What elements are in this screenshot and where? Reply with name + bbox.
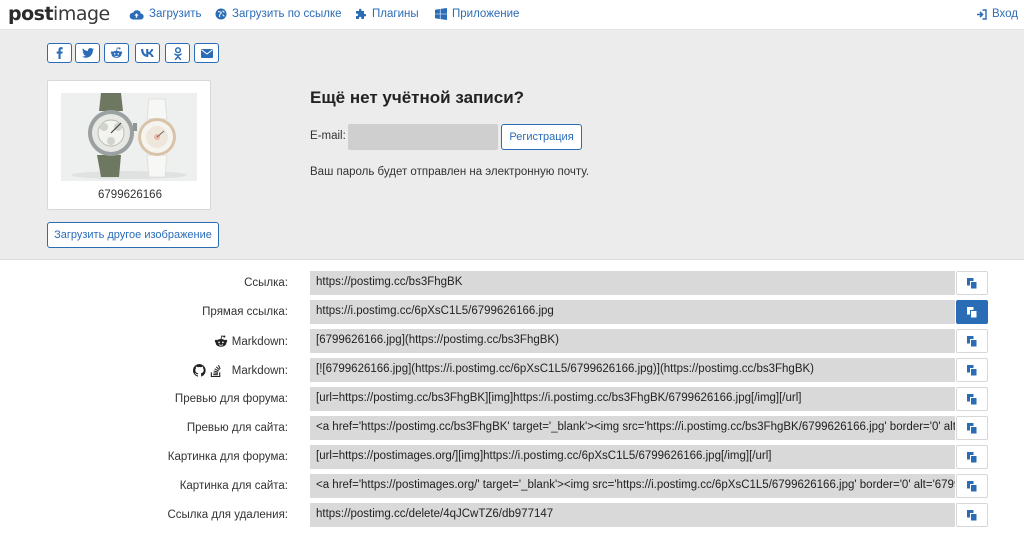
- copy-button[interactable]: [956, 416, 988, 440]
- github-icon: [192, 364, 206, 377]
- link-row-direct: Прямая ссылка: https://i.postimg.cc/6pXs…: [0, 300, 1024, 326]
- link-label: Markdown:: [192, 364, 288, 377]
- nav-app[interactable]: Приложение: [435, 8, 519, 20]
- nav-upload-by-link[interactable]: Загрузить по ссылке: [215, 8, 342, 20]
- link-row-share: Ссылка: https://postimg.cc/bs3FhgBK: [0, 271, 1024, 297]
- link-label: Картинка для форума:: [168, 451, 288, 463]
- register-button[interactable]: Регистрация: [501, 124, 582, 150]
- image-caption: 6799626166: [98, 189, 162, 201]
- link-label-text: Картинка для сайта:: [179, 480, 288, 492]
- puzzle-icon: [356, 8, 367, 19]
- copy-button[interactable]: [956, 329, 988, 353]
- sign-in-icon: [977, 8, 987, 20]
- reddit-icon: [110, 47, 123, 58]
- link-label-text: Ссылка для удаления:: [167, 509, 288, 521]
- nav-plugins-label: Плагины: [372, 8, 419, 20]
- link-row-site-image: Картинка для сайта: <a href='https://pos…: [0, 474, 1024, 500]
- copy-button[interactable]: [956, 271, 988, 295]
- share-email-button[interactable]: [194, 43, 219, 63]
- link-row-site-preview: Превью для сайта: <a href='https://posti…: [0, 416, 1024, 442]
- link-label-text: Ссылка:: [244, 277, 288, 289]
- link-row-delete: Ссылка для удаления: https://postimg.cc/…: [0, 503, 1024, 529]
- nav-login[interactable]: Вход: [976, 8, 1018, 20]
- copy-button[interactable]: [956, 300, 988, 324]
- link-field[interactable]: https://postimg.cc/bs3FhgBK: [310, 271, 955, 295]
- uploaded-image-thumbnail[interactable]: [61, 93, 197, 181]
- link-row-forum-image: Картинка для форума: [url=https://postim…: [0, 445, 1024, 471]
- link-label: Превью для форума:: [175, 393, 288, 405]
- nav-upload[interactable]: Загрузить: [129, 8, 202, 20]
- link-label-text: Превью для сайта:: [186, 422, 288, 434]
- copy-icon: [967, 306, 977, 318]
- email-icon: [200, 48, 213, 58]
- link-label-text: Markdown:: [231, 335, 288, 348]
- link-field[interactable]: [![6799626166.jpg](https://i.postimg.cc/…: [310, 358, 955, 382]
- nav-upload-by-link-label: Загрузить по ссылке: [232, 8, 342, 20]
- nav-upload-label: Загрузить: [149, 8, 202, 20]
- link-label-text: Картинка для форума:: [167, 451, 288, 463]
- copy-icon: [967, 393, 977, 405]
- globe-icon: [215, 8, 227, 20]
- link-label: Ссылка для удаления:: [167, 509, 288, 521]
- link-field[interactable]: <a href='https://postimg.cc/bs3FhgBK' ta…: [310, 416, 955, 440]
- copy-button[interactable]: [956, 474, 988, 498]
- link-field[interactable]: https://postimg.cc/delete/4qJCwTZ6/db977…: [310, 503, 955, 527]
- share-reddit-button[interactable]: [104, 43, 129, 63]
- odnoklassniki-icon: [173, 46, 182, 60]
- reddit-icon: [214, 335, 227, 347]
- vk-icon: [141, 49, 154, 57]
- share-odnoklassniki-button[interactable]: [165, 43, 190, 63]
- link-row-markdown-github: Markdown: [![6799626166.jpg](https://i.p…: [0, 358, 1024, 384]
- copy-button[interactable]: [956, 387, 988, 411]
- copy-icon: [967, 509, 977, 521]
- windows-icon: [435, 8, 447, 20]
- logo[interactable]: postimage: [8, 3, 110, 25]
- link-field[interactable]: [url=https://postimg.cc/bs3FhgBK][img]ht…: [310, 387, 955, 411]
- link-field[interactable]: https://i.postimg.cc/6pXsC1L5/6799626166…: [310, 300, 955, 324]
- no-account-heading: Ещё нет учётной записи?: [310, 88, 525, 107]
- link-label: Markdown:: [214, 335, 288, 348]
- link-label-text: Прямая ссылка:: [202, 306, 288, 318]
- logo-text-post: post: [8, 3, 54, 25]
- email-label: E-mail:: [310, 130, 346, 142]
- link-label: Картинка для сайта:: [180, 480, 288, 492]
- copy-icon: [967, 480, 977, 492]
- upload-another-image-button[interactable]: Загрузить другое изображение: [47, 222, 219, 248]
- link-label: Прямая ссылка:: [202, 306, 288, 318]
- watches-image: [61, 93, 197, 181]
- link-label: Ссылка:: [244, 277, 288, 289]
- image-thumbnail-card: 6799626166: [47, 80, 211, 210]
- cloud-upload-icon: [129, 9, 144, 20]
- stack-overflow-icon: [210, 364, 221, 377]
- facebook-icon: [56, 47, 63, 59]
- copy-icon: [967, 335, 977, 347]
- link-label: Превью для сайта:: [187, 422, 288, 434]
- share-facebook-button[interactable]: [47, 43, 72, 63]
- link-field[interactable]: [6799626166.jpg](https://postimg.cc/bs3F…: [310, 329, 955, 353]
- copy-icon: [967, 277, 977, 289]
- link-field[interactable]: <a href='https://postimages.org/' target…: [310, 474, 955, 498]
- upload-result-panel: 6799626166 Загрузить другое изображение …: [0, 30, 1024, 260]
- copy-button[interactable]: [956, 358, 988, 382]
- nav-app-label: Приложение: [452, 8, 520, 20]
- copy-icon: [967, 451, 977, 463]
- link-field[interactable]: [url=https://postimages.org/][img]https:…: [310, 445, 955, 469]
- copy-button[interactable]: [956, 445, 988, 469]
- link-row-forum-preview: Превью для форума: [url=https://postimg.…: [0, 387, 1024, 413]
- share-vk-button[interactable]: [135, 43, 160, 63]
- nav-login-label: Вход: [992, 8, 1019, 20]
- logo-text-image: image: [53, 3, 110, 25]
- link-label-text: Markdown:: [231, 364, 288, 377]
- share-twitter-button[interactable]: [75, 43, 100, 63]
- twitter-icon: [81, 48, 94, 58]
- email-field[interactable]: [348, 124, 498, 150]
- link-row-markdown-reddit: Markdown: [6799626166.jpg](https://posti…: [0, 329, 1024, 355]
- copy-icon: [967, 422, 977, 434]
- password-note: Ваш пароль будет отправлен на электронну…: [310, 166, 590, 178]
- top-nav: postimage Загрузить Загрузить по ссылке …: [0, 0, 1024, 30]
- link-label-text: Превью для форума:: [174, 393, 288, 405]
- copy-icon: [967, 364, 977, 376]
- copy-button[interactable]: [956, 503, 988, 527]
- nav-plugins[interactable]: Плагины: [355, 8, 419, 20]
